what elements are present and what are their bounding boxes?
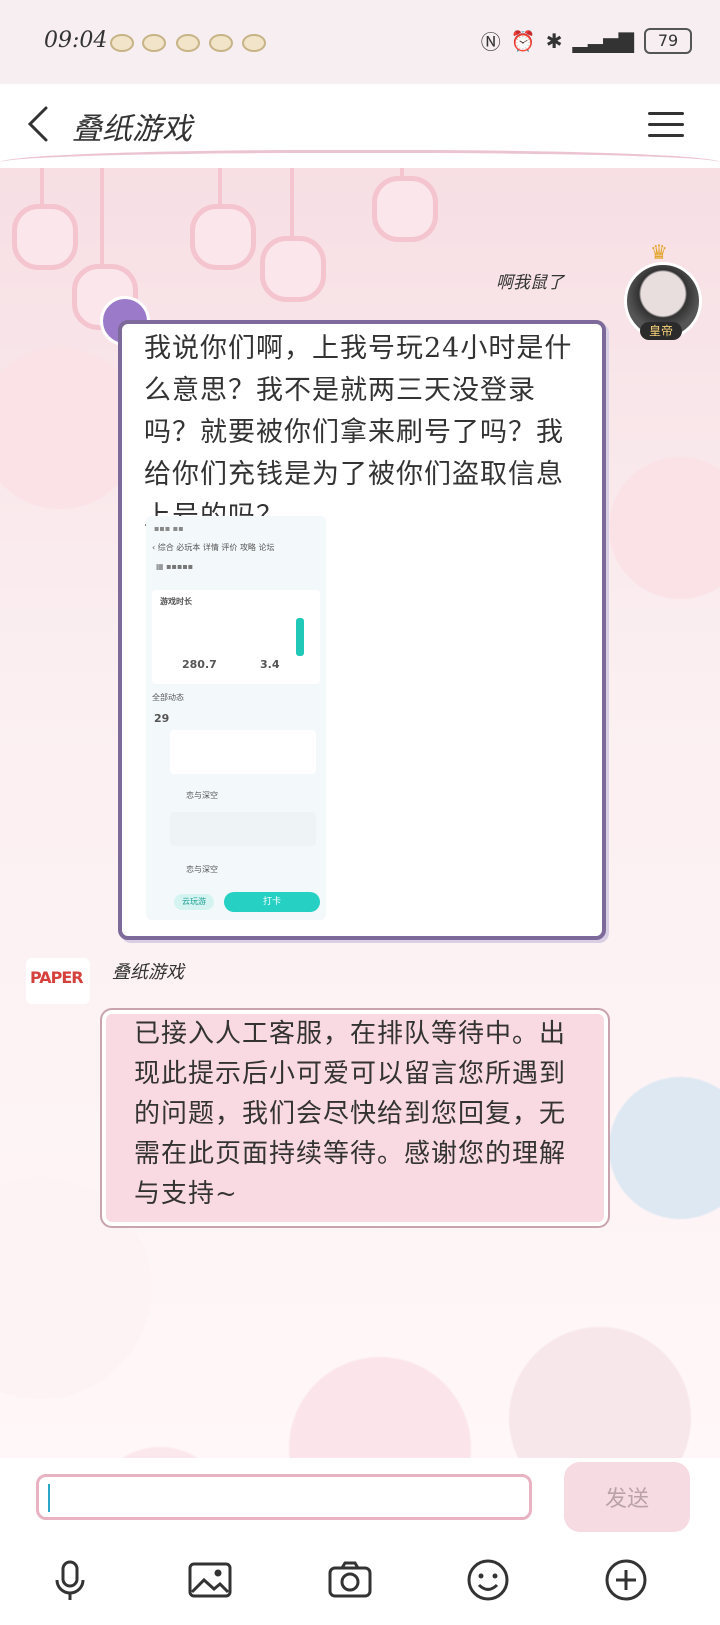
shot-total-hours: 280.7 bbox=[182, 658, 217, 671]
menu-button[interactable] bbox=[648, 108, 684, 140]
shot-chart-bar bbox=[296, 618, 304, 656]
shot-row bbox=[170, 812, 316, 846]
camera-icon[interactable] bbox=[326, 1556, 374, 1604]
shot-section-title: 游戏时长 bbox=[160, 597, 192, 606]
shot-entry: 恋与深空 bbox=[186, 865, 218, 874]
plus-icon[interactable] bbox=[602, 1556, 650, 1604]
bot-message-bubble[interactable]: 已接入人工客服，在排队等待中。出现此提示后小可爱可以留言您所遇到的问题，我们会尽… bbox=[100, 1008, 610, 1228]
user-name: 啊我鼠了 bbox=[496, 273, 564, 293]
notification-icon bbox=[176, 34, 200, 52]
shot-tabs: ‹ 综合 必玩本 详情 评价 攻略 论坛 bbox=[152, 543, 275, 552]
send-button[interactable]: 发送 bbox=[564, 1462, 690, 1532]
papergames-logo: PAPER bbox=[30, 968, 84, 987]
shot-statusbar: ▪▪▪ ▪▪ bbox=[154, 524, 184, 533]
battery-icon: 79 bbox=[644, 27, 692, 54]
crown-icon: ♛ bbox=[650, 240, 668, 264]
text-caret bbox=[48, 1484, 50, 1512]
shot-date: 29 bbox=[154, 712, 170, 725]
battery-level: 79 bbox=[657, 31, 679, 50]
chevron-left-icon bbox=[27, 106, 48, 142]
emoji-icon[interactable] bbox=[464, 1556, 512, 1604]
microphone-icon[interactable] bbox=[46, 1556, 94, 1604]
user-message-bubble[interactable]: 我说你们啊，上我号玩24小时是什么意思？我不是就两三天没登录吗？就要被你们拿来刷… bbox=[118, 320, 606, 940]
bluetooth-icon: ✱ bbox=[545, 28, 563, 53]
flower-decoration bbox=[372, 176, 438, 242]
attached-image[interactable]: ▪▪▪ ▪▪ ‹ 综合 必玩本 详情 评价 攻略 论坛 ▦ ▪▪▪▪▪ 游戏时长… bbox=[146, 516, 326, 920]
notification-icon bbox=[242, 34, 266, 52]
notification-icon bbox=[142, 34, 166, 52]
shot-subtitle: ▦ ▪▪▪▪▪ bbox=[156, 562, 194, 571]
user-message-text: 我说你们啊，上我号玩24小时是什么意思？我不是就两三天没登录吗？就要被你们拿来刷… bbox=[144, 333, 573, 532]
user-badge: 皇帝 bbox=[640, 322, 682, 340]
shot-button: 打卡 bbox=[224, 892, 320, 912]
flower-decoration bbox=[260, 236, 326, 302]
notification-icon bbox=[209, 34, 233, 52]
bot-name: 叠纸游戏 bbox=[112, 962, 184, 983]
shot-recent-hours: 3.4 bbox=[260, 658, 280, 671]
alarm-icon: ⏰ bbox=[510, 28, 536, 53]
bot-avatar[interactable]: PAPER bbox=[26, 958, 90, 1004]
flower-decoration bbox=[12, 204, 78, 270]
message-input[interactable] bbox=[36, 1474, 532, 1520]
shot-filter: 全部动态 bbox=[152, 693, 184, 702]
shot-entry: 恋与深空 bbox=[186, 791, 218, 800]
page-title: 叠纸游戏 bbox=[72, 112, 192, 147]
image-icon[interactable] bbox=[186, 1556, 234, 1604]
back-button[interactable] bbox=[20, 100, 60, 148]
bot-message-text: 已接入人工客服，在排队等待中。出现此提示后小可爱可以留言您所遇到的问题，我们会尽… bbox=[134, 1019, 567, 1209]
nfc-icon: Ⓝ bbox=[480, 30, 501, 54]
status-icons: Ⓝ ⏰ ✱ ▂▃▅▇ 79 bbox=[481, 26, 692, 55]
status-time: 09:04 bbox=[44, 28, 108, 53]
shot-playtime-card: 游戏时长 280.7 3.4 bbox=[152, 590, 320, 684]
signal-icon: ▂▃▅▇ bbox=[572, 28, 634, 53]
shot-row bbox=[170, 730, 316, 774]
flower-decoration bbox=[190, 204, 256, 270]
shot-chip: 云玩游 bbox=[174, 894, 214, 910]
notification-icon bbox=[110, 34, 134, 52]
